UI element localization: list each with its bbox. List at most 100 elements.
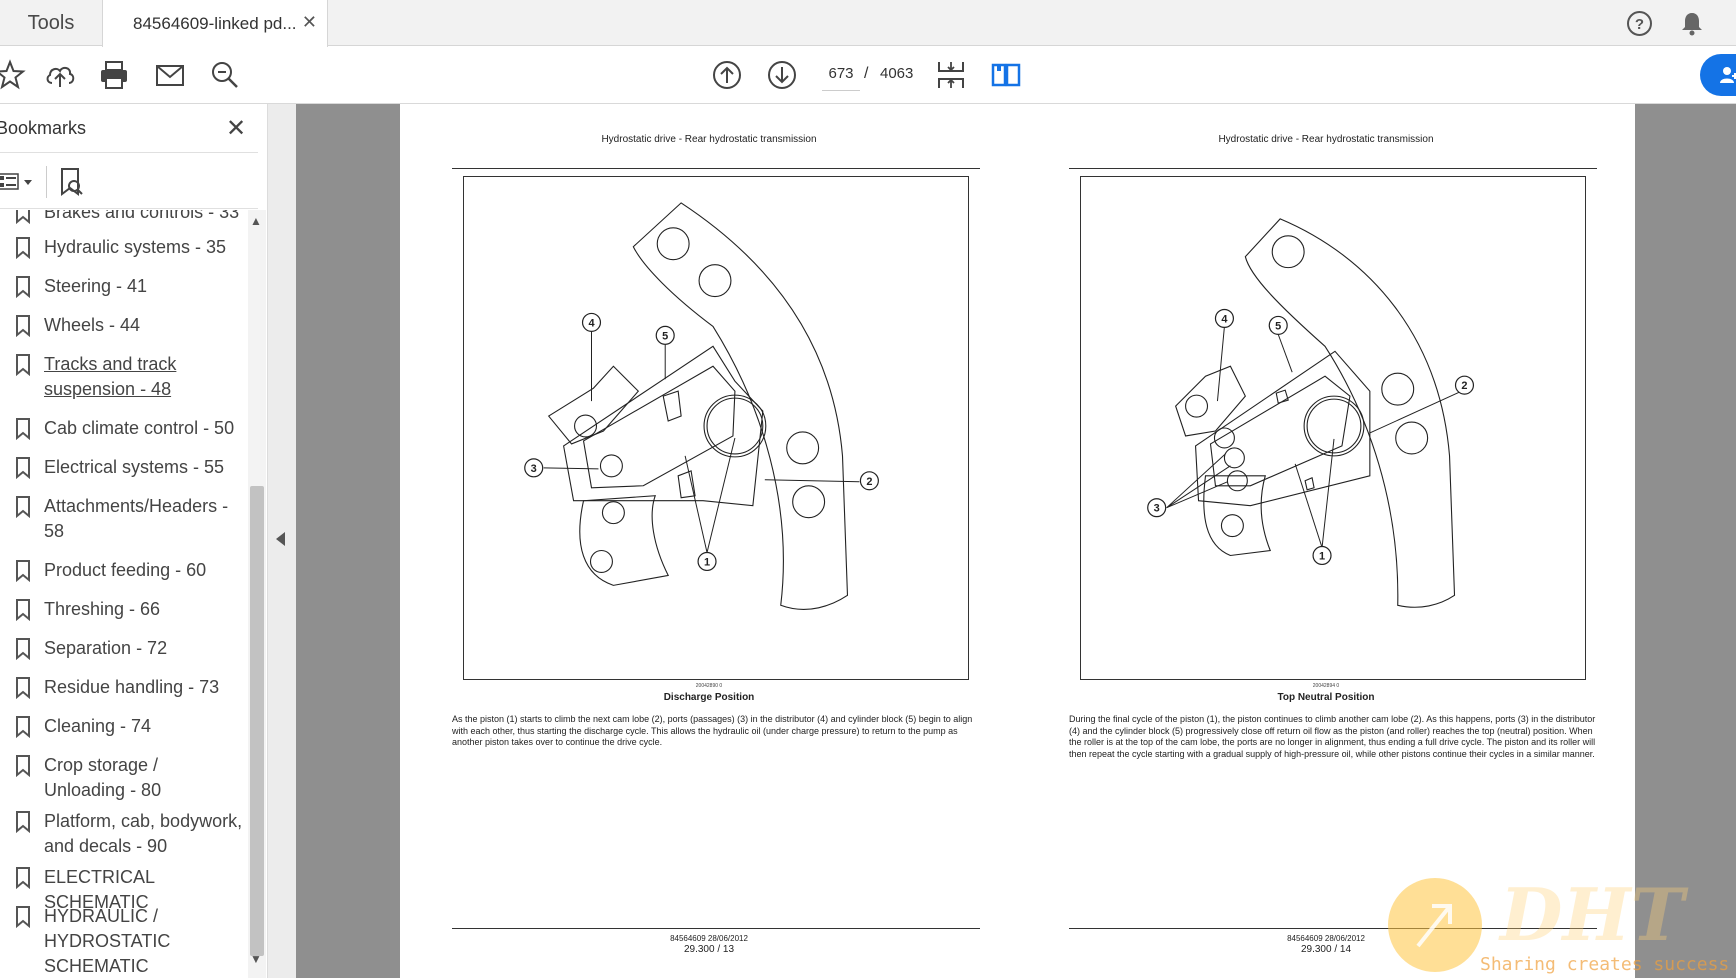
share-button[interactable] — [1700, 54, 1736, 96]
callout-label: 3 — [531, 463, 537, 475]
callout-label: 3 — [1154, 503, 1160, 515]
user-share-icon — [1720, 67, 1736, 83]
callout-label: 5 — [662, 330, 668, 342]
two-page-view-icon[interactable] — [988, 57, 1024, 93]
bookmark-icon — [16, 560, 30, 582]
panel-divider — [0, 208, 258, 209]
close-tab-icon[interactable]: ✕ — [302, 12, 317, 33]
body-text: During the final cycle of the piston (1)… — [1069, 714, 1596, 759]
bookmark-label: HYDRAULIC / HYDROSTATIC SCHEMATIC — [44, 906, 171, 976]
bookmark-icon — [16, 638, 30, 660]
bookmark-icon — [16, 599, 30, 621]
page-number-input[interactable] — [822, 57, 860, 91]
bookmark-label: Cleaning - 74 — [44, 716, 152, 736]
bookmark-icon — [16, 906, 30, 928]
figure-caption: Discharge Position — [663, 692, 755, 703]
print-icon[interactable] — [96, 57, 132, 93]
total-pages: 4063 — [880, 65, 914, 82]
previous-page-icon[interactable] — [709, 57, 745, 93]
page-header: Hydrostatic drive - Rear hydrostatic tra… — [1218, 134, 1434, 145]
scroll-up-icon[interactable]: ▲ — [250, 214, 262, 228]
bookmark-label: Crop storage / Unloading - 80 — [44, 755, 162, 800]
figure-frame: 4 5 3 2 1 — [463, 176, 969, 680]
star-bookmark-icon[interactable] — [0, 57, 28, 93]
bookmark-icon — [16, 496, 30, 518]
bookmark-label: Attachments/Headers - 58 — [44, 496, 229, 541]
close-panel-icon[interactable]: ✕ — [226, 114, 246, 143]
figure-id: 20042890 0 — [695, 683, 723, 689]
bookmark-label: Tracks and track suspension - 48 — [44, 354, 177, 399]
tab-document-label: 84564609-linked pd... — [133, 13, 297, 33]
top-neutral-position-diagram: 4 5 2 3 1 — [1147, 218, 1475, 608]
tab-tools[interactable]: Tools — [0, 0, 102, 46]
document-viewer: Hydrostatic drive - Rear hydrostatic tra… — [296, 104, 1736, 978]
bookmark-options-icon[interactable] — [0, 168, 36, 198]
bookmark-icon — [16, 677, 30, 699]
callout-label: 4 — [1221, 313, 1228, 325]
callout-label: 4 — [588, 317, 595, 329]
bookmark-icon — [16, 716, 30, 738]
footer-page-number: 29.300 / 13 — [683, 944, 735, 955]
page-separator: / — [864, 65, 869, 82]
email-icon[interactable] — [152, 57, 188, 93]
main-toolbar: / 4063 — [0, 47, 1736, 104]
svg-text:?: ? — [1635, 16, 1644, 33]
toolbar-separator — [46, 166, 47, 198]
bookmark-icon — [16, 418, 30, 440]
bookmark-label: Product feeding - 60 — [44, 560, 207, 580]
bookmark-icon — [16, 811, 30, 833]
zoom-search-icon[interactable] — [207, 57, 243, 93]
bookmark-label: Electrical systems - 55 — [44, 457, 225, 477]
callout-label: 2 — [1461, 380, 1467, 392]
callout-label: 1 — [1319, 550, 1325, 562]
bookmark-label: Brakes and controls - 33 — [44, 210, 240, 222]
bookmark-icon — [16, 237, 30, 259]
tab-bar: Tools 84564609-linked pd... ✕ ? — [0, 0, 1736, 47]
scrollbar-thumb[interactable] — [250, 486, 264, 956]
bookmark-icon — [16, 354, 30, 376]
tab-document[interactable]: 84564609-linked pd... ✕ — [102, 0, 328, 47]
bookmark-label: Steering - 41 — [44, 276, 148, 296]
bookmark-label: Cab climate control - 50 — [44, 418, 235, 438]
panel-divider — [0, 152, 258, 153]
pdf-page-right: Hydrostatic drive - Rear hydrostatic tra… — [1017, 104, 1635, 978]
bookmark-label: Threshing - 66 — [44, 599, 161, 619]
bookmark-icon — [16, 755, 30, 777]
figure-caption: Top Neutral Position — [1277, 692, 1375, 703]
bookmark-label: Residue handling - 73 — [44, 677, 220, 697]
upload-cloud-icon[interactable] — [42, 57, 78, 93]
bookmark-icon — [16, 210, 30, 224]
callout-label: 5 — [1275, 320, 1281, 332]
callout-label: 2 — [866, 476, 872, 488]
notifications-bell-icon[interactable] — [1679, 10, 1705, 37]
next-page-icon[interactable] — [764, 57, 800, 93]
header-rule — [1069, 168, 1597, 169]
figure-frame: 4 5 2 3 1 — [1080, 176, 1586, 680]
header-rule — [452, 168, 980, 169]
bookmark-icon — [16, 457, 30, 479]
callout-label: 1 — [704, 556, 710, 568]
watermark-tagline: Sharing creates success — [1480, 954, 1730, 975]
pdf-page-left: Hydrostatic drive - Rear hydrostatic tra… — [400, 104, 1018, 978]
figure-id: 20042894 0 — [1312, 683, 1340, 689]
footer-rule — [452, 928, 980, 929]
bookmark-list: Brakes and controls - 33 Hydraulic syste… — [0, 210, 246, 978]
body-text: As the piston (1) starts to climb the ne… — [452, 714, 973, 748]
discharge-position-diagram: 4 5 3 2 1 — [524, 202, 879, 610]
bookmark-label: Hydraulic systems - 35 — [44, 237, 227, 257]
bookmark-label: Wheels - 44 — [44, 315, 141, 335]
bookmark-label: Separation - 72 — [44, 638, 168, 658]
panel-collapse-strip[interactable] — [268, 104, 296, 978]
scroll-down-icon[interactable]: ▼ — [250, 952, 262, 966]
new-bookmark-icon[interactable] — [58, 166, 86, 198]
bookmarks-panel: Bookmarks ✕ Brakes and controls - 33 Hyd… — [0, 104, 268, 978]
help-icon[interactable]: ? — [1626, 10, 1653, 37]
bookmarks-panel-title: Bookmarks — [0, 118, 87, 138]
bookmark-icon — [16, 276, 30, 298]
watermark-arrow-icon — [1416, 904, 1452, 948]
fit-page-icon[interactable] — [933, 57, 969, 93]
bookmark-icon — [16, 315, 30, 337]
watermark-logo: DHT — [1500, 872, 1685, 957]
watermark-logo-circle — [1388, 878, 1482, 972]
collapse-arrow-icon[interactable] — [276, 532, 285, 546]
